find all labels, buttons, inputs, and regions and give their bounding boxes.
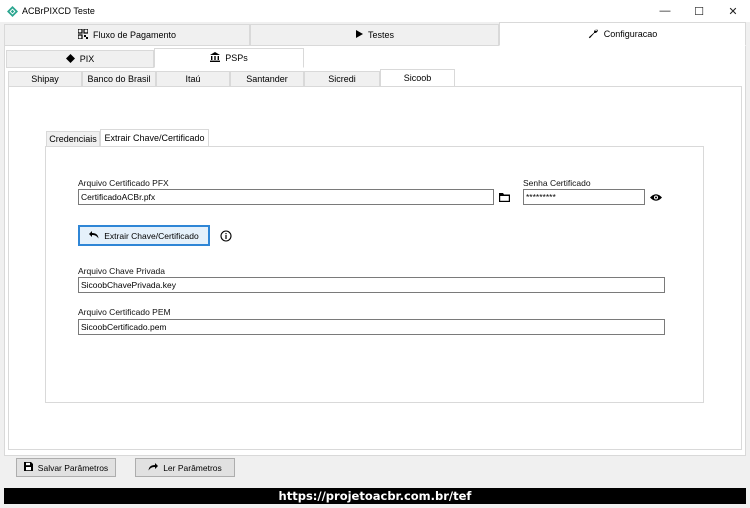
senha-label: Senha Certificado bbox=[523, 178, 591, 188]
certificado-pem-label: Arquivo Certificado PEM bbox=[78, 307, 171, 317]
tab-configuracao[interactable]: Configuracao bbox=[499, 22, 746, 46]
info-icon[interactable] bbox=[219, 229, 233, 243]
tab-extrair-chave-certificado[interactable]: Extrair Chave/Certificado bbox=[100, 129, 209, 147]
tab-sicoob[interactable]: Sicoob bbox=[380, 69, 455, 87]
undo-icon bbox=[89, 230, 99, 241]
tab-label: Fluxo de Pagamento bbox=[92, 30, 177, 40]
tab-santander[interactable]: Santander bbox=[230, 71, 304, 87]
tab-testes[interactable]: Testes bbox=[250, 24, 499, 46]
extract-key-certificate-button[interactable]: Extrair Chave/Certificado bbox=[78, 225, 210, 246]
pfx-label: Arquivo Certificado PFX bbox=[78, 178, 169, 188]
save-parameters-button[interactable]: Salvar Parâmetros bbox=[16, 458, 116, 477]
tab-banco-do-brasil[interactable]: Banco do Brasil bbox=[82, 71, 156, 87]
certificado-pem-input[interactable]: SicoobCertificado.pem bbox=[78, 319, 665, 335]
read-parameters-button[interactable]: Ler Parâmetros bbox=[135, 458, 235, 477]
status-strip bbox=[0, 504, 750, 508]
app-logo-icon bbox=[6, 5, 18, 17]
maximize-button[interactable]: ☐ bbox=[682, 0, 716, 22]
tab-label: Sicoob bbox=[403, 73, 432, 83]
tab-sicredi[interactable]: Sicredi bbox=[304, 71, 380, 87]
tab-label: PSPs bbox=[225, 53, 248, 63]
tab-psps[interactable]: PSPs bbox=[154, 48, 304, 68]
qrcode-icon bbox=[77, 28, 89, 41]
chave-privada-input[interactable]: SicoobChavePrivada.key bbox=[78, 277, 665, 293]
floppy-disk-icon bbox=[23, 462, 33, 473]
tab-pix[interactable]: PIX bbox=[6, 50, 154, 68]
pfx-file-input[interactable]: CertificadoACBr.pfx bbox=[78, 189, 494, 205]
tab-label: Extrair Chave/Certificado bbox=[104, 133, 205, 143]
minimize-button[interactable]: — bbox=[648, 0, 682, 22]
senha-input[interactable]: ********* bbox=[523, 189, 645, 205]
tab-fluxo-pagamento[interactable]: Fluxo de Pagamento bbox=[4, 24, 250, 46]
button-label: Extrair Chave/Certificado bbox=[104, 230, 199, 241]
bank-icon bbox=[210, 52, 221, 64]
pix-diamond-icon bbox=[65, 53, 75, 65]
tab-label: Santander bbox=[246, 74, 288, 84]
title-bar: ACBrPIXCD Teste — ☐ ✕ bbox=[0, 0, 750, 22]
tab-label: Testes bbox=[367, 30, 394, 40]
tab-label: Credenciais bbox=[49, 134, 97, 144]
eye-icon[interactable] bbox=[649, 190, 663, 204]
tab-itau[interactable]: Itaú bbox=[156, 71, 230, 87]
tab-credenciais[interactable]: Credenciais bbox=[46, 131, 100, 147]
play-icon bbox=[355, 30, 363, 40]
window-title: ACBrPIXCD Teste bbox=[22, 6, 95, 16]
footer-url[interactable]: https://projetoacbr.com.br/tef bbox=[279, 489, 472, 503]
tab-label: Itaú bbox=[185, 74, 201, 84]
tab-label: PIX bbox=[79, 54, 95, 64]
close-button[interactable]: ✕ bbox=[716, 0, 750, 22]
button-label: Ler Parâmetros bbox=[163, 462, 222, 473]
tab-label: Shipay bbox=[31, 74, 59, 84]
chave-privada-label: Arquivo Chave Privada bbox=[78, 266, 165, 276]
redo-icon bbox=[148, 462, 159, 473]
wrench-icon bbox=[588, 28, 599, 41]
folder-icon[interactable] bbox=[497, 190, 511, 204]
tab-label: Sicredi bbox=[328, 74, 356, 84]
tab-label: Banco do Brasil bbox=[87, 74, 151, 84]
tab-shipay[interactable]: Shipay bbox=[8, 71, 82, 87]
footer-url-banner[interactable]: https://projetoacbr.com.br/tef bbox=[4, 488, 746, 504]
tab-label: Configuracao bbox=[603, 29, 658, 39]
button-label: Salvar Parâmetros bbox=[37, 462, 109, 473]
